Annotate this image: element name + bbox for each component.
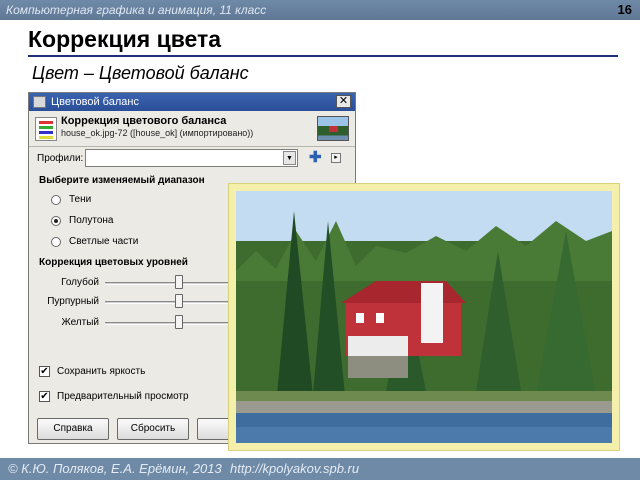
slider-yellow-handle[interactable] xyxy=(175,315,183,329)
radio-shadows[interactable] xyxy=(51,195,61,205)
slider-magenta-track[interactable] xyxy=(105,301,235,304)
preserve-luminosity-checkbox[interactable]: ✔ xyxy=(39,366,50,377)
close-button[interactable]: ✕ xyxy=(336,95,351,108)
slider-cyan-handle[interactable] xyxy=(175,275,183,289)
dialog-heading: Коррекция цветового баланса xyxy=(61,115,227,127)
slide: Компьютерная графика и анимация, 11 клас… xyxy=(0,0,640,480)
image-name: house_ok.jpg-72 ([house_ok] (импортирова… xyxy=(61,128,254,138)
radio-highlights-label: Светлые части xyxy=(69,236,139,247)
radio-midtones[interactable] xyxy=(51,216,61,226)
slider-magenta-handle[interactable] xyxy=(175,294,183,308)
page-number: 16 xyxy=(617,2,632,17)
slider-yellow-label: Желтый xyxy=(61,317,99,328)
slide-footer: © К.Ю. Поляков, Е.А. Ерёмин, 2013 http:/… xyxy=(0,458,640,480)
title-divider xyxy=(28,55,618,57)
profiles-combo[interactable]: ▼ xyxy=(85,149,298,167)
slide-subtitle: Цвет – Цветовой баланс xyxy=(32,63,249,83)
color-balance-icon xyxy=(35,117,57,141)
radio-shadows-label: Тени xyxy=(69,194,92,205)
chevron-down-icon[interactable]: ▼ xyxy=(283,151,296,165)
slide-title: Коррекция цвета xyxy=(28,26,222,52)
slider-cyan-track[interactable] xyxy=(105,282,235,285)
reset-button[interactable]: Сбросить xyxy=(117,418,189,440)
radio-highlights[interactable] xyxy=(51,237,61,247)
course-title: Компьютерная графика и анимация, 11 клас… xyxy=(6,3,267,17)
preview-label: Предварительный просмотр xyxy=(57,391,189,402)
photo-frame xyxy=(228,183,620,451)
footer-url[interactable]: http://kpolyakov.spb.ru xyxy=(230,458,359,480)
footer-authors: © К.Ю. Поляков, Е.А. Ерёмин, 2013 xyxy=(8,461,222,476)
course-header: Компьютерная графика и анимация, 11 клас… xyxy=(0,0,640,20)
house-photo xyxy=(236,191,612,443)
slider-cyan-label: Голубой xyxy=(61,277,99,288)
add-profile-icon[interactable]: ✚ xyxy=(309,150,322,165)
slider-magenta-label: Пурпурный xyxy=(47,296,99,307)
preserve-luminosity-label: Сохранить яркость xyxy=(57,366,146,377)
help-button[interactable]: Справка xyxy=(37,418,109,440)
landscape-illustration xyxy=(236,191,612,443)
dialog-titlebar[interactable]: Цветовой баланс ✕ xyxy=(29,93,355,111)
range-section-label: Выберите изменяемый диапазон xyxy=(39,175,205,186)
window-icon xyxy=(33,96,46,108)
dialog-header: Коррекция цветового баланса house_ok.jpg… xyxy=(29,111,355,147)
profile-menu-icon[interactable]: ▸ xyxy=(331,153,341,163)
radio-midtones-label: Полутона xyxy=(69,215,114,226)
slider-yellow-track[interactable] xyxy=(105,322,235,325)
levels-section-label: Коррекция цветовых уровней xyxy=(39,257,188,268)
dialog-title: Цветовой баланс xyxy=(51,96,139,108)
profiles-label: Профили: xyxy=(37,153,84,164)
image-thumbnail xyxy=(317,116,349,141)
preview-checkbox[interactable]: ✔ xyxy=(39,391,50,402)
